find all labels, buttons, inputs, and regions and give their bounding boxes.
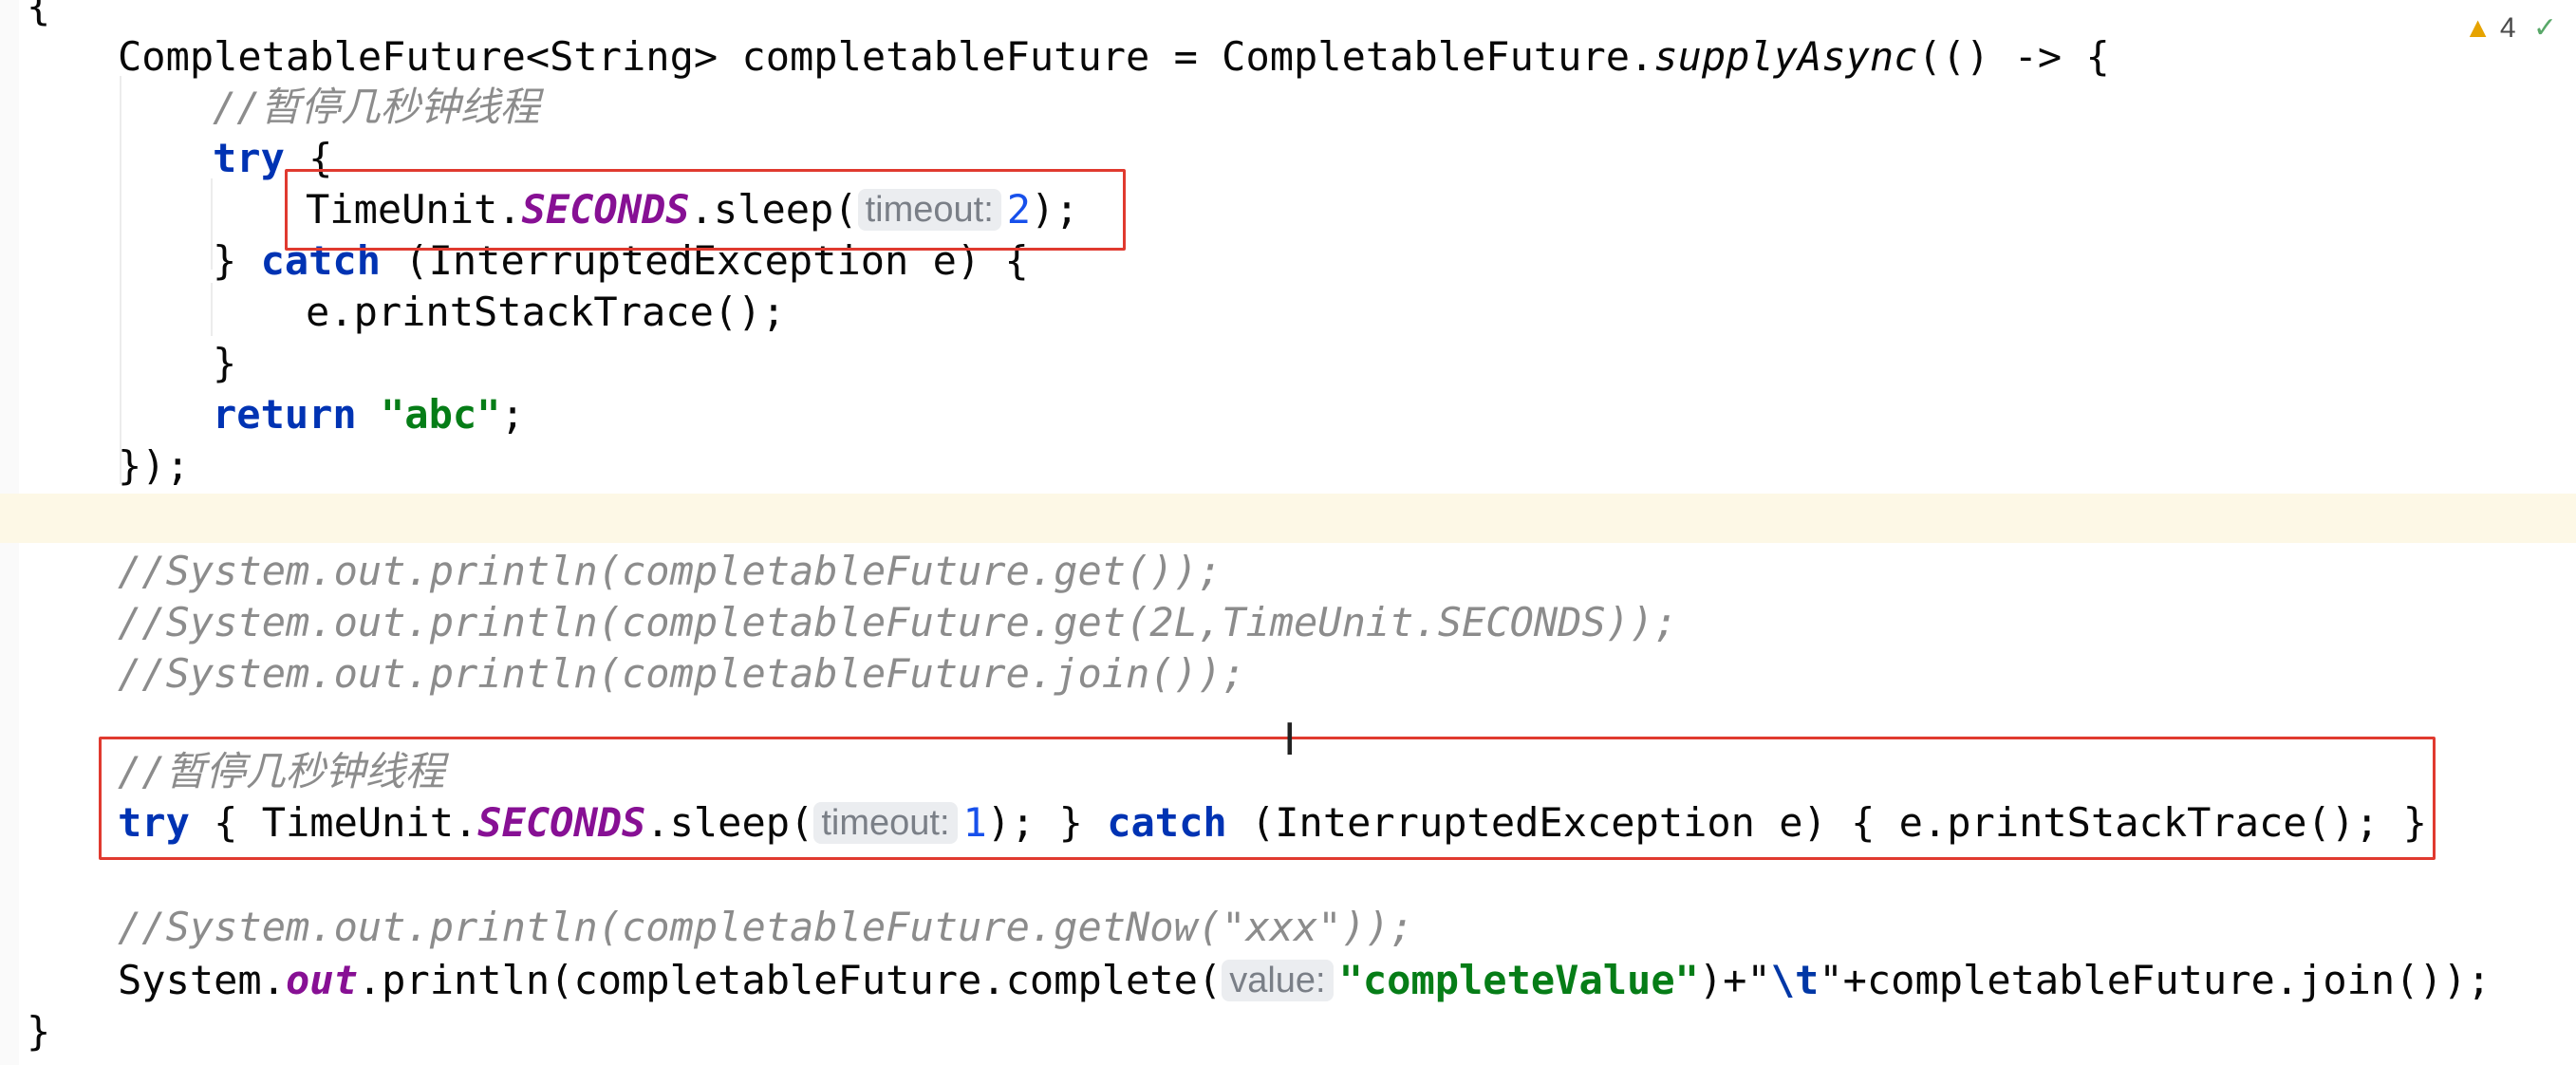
checkmark-icon: ✓ [2532, 12, 2557, 44]
code-editor[interactable]: ▲ 4 ✓ { CompletableFuture<String> comple… [0, 0, 2576, 1065]
code-text: CompletableFuture<String> completableFut… [118, 33, 1654, 80]
string-literal: "abc" [381, 391, 501, 438]
string-literal: "completeValue" [1338, 957, 1699, 1003]
code-comment: //System.out.println(completableFuture.g… [118, 599, 1678, 645]
code-text: } [213, 237, 261, 284]
code-text: System. [118, 957, 287, 1003]
code-line: } [27, 1008, 51, 1055]
keyword: return [213, 391, 357, 438]
code-text: ; [500, 391, 525, 438]
code-line: CompletableFuture<String> completableFut… [118, 31, 2110, 83]
method-name: supplyAsync [1653, 33, 1918, 80]
code-line: }); [118, 442, 190, 489]
code-text: "+completableFuture.join()); [1819, 957, 2492, 1003]
code-line: e.printStackTrace(); [306, 289, 786, 335]
warning-count: 4 [2499, 12, 2516, 44]
static-field: out [286, 957, 358, 1003]
code-comment: //System.out.println(completableFuture.g… [118, 548, 1223, 594]
code-line: } [213, 340, 237, 386]
code-comment: //System.out.println(completableFuture.g… [118, 904, 1414, 950]
code-line: System.out.println(completableFuture.com… [118, 955, 2491, 1006]
current-line-highlight [0, 494, 2576, 543]
indent-guide [120, 76, 121, 484]
highlight-box [99, 737, 2436, 860]
brace: { [27, 0, 51, 29]
code-text: (() -> { [1917, 33, 2110, 80]
warning-icon: ▲ [2463, 12, 2492, 44]
highlight-box [285, 169, 1126, 251]
code-comment: //System.out.println(completableFuture.j… [118, 650, 1246, 697]
indent-guide [211, 283, 213, 336]
code-line: { [27, 0, 50, 32]
code-text: )+" [1698, 957, 1771, 1003]
code-text: .println(completableFuture.complete( [357, 957, 1223, 1003]
escape-sequence: \t [1770, 957, 1820, 1003]
keyword: try [213, 135, 285, 181]
code-comment: //暂停几秒钟线程 [213, 84, 540, 130]
inspection-widget[interactable]: ▲ 4 ✓ [2464, 11, 2557, 45]
code-line: return "abc"; [213, 389, 525, 440]
text-cursor-icon: I [1283, 714, 1297, 765]
parameter-hint: value: [1222, 960, 1334, 1001]
